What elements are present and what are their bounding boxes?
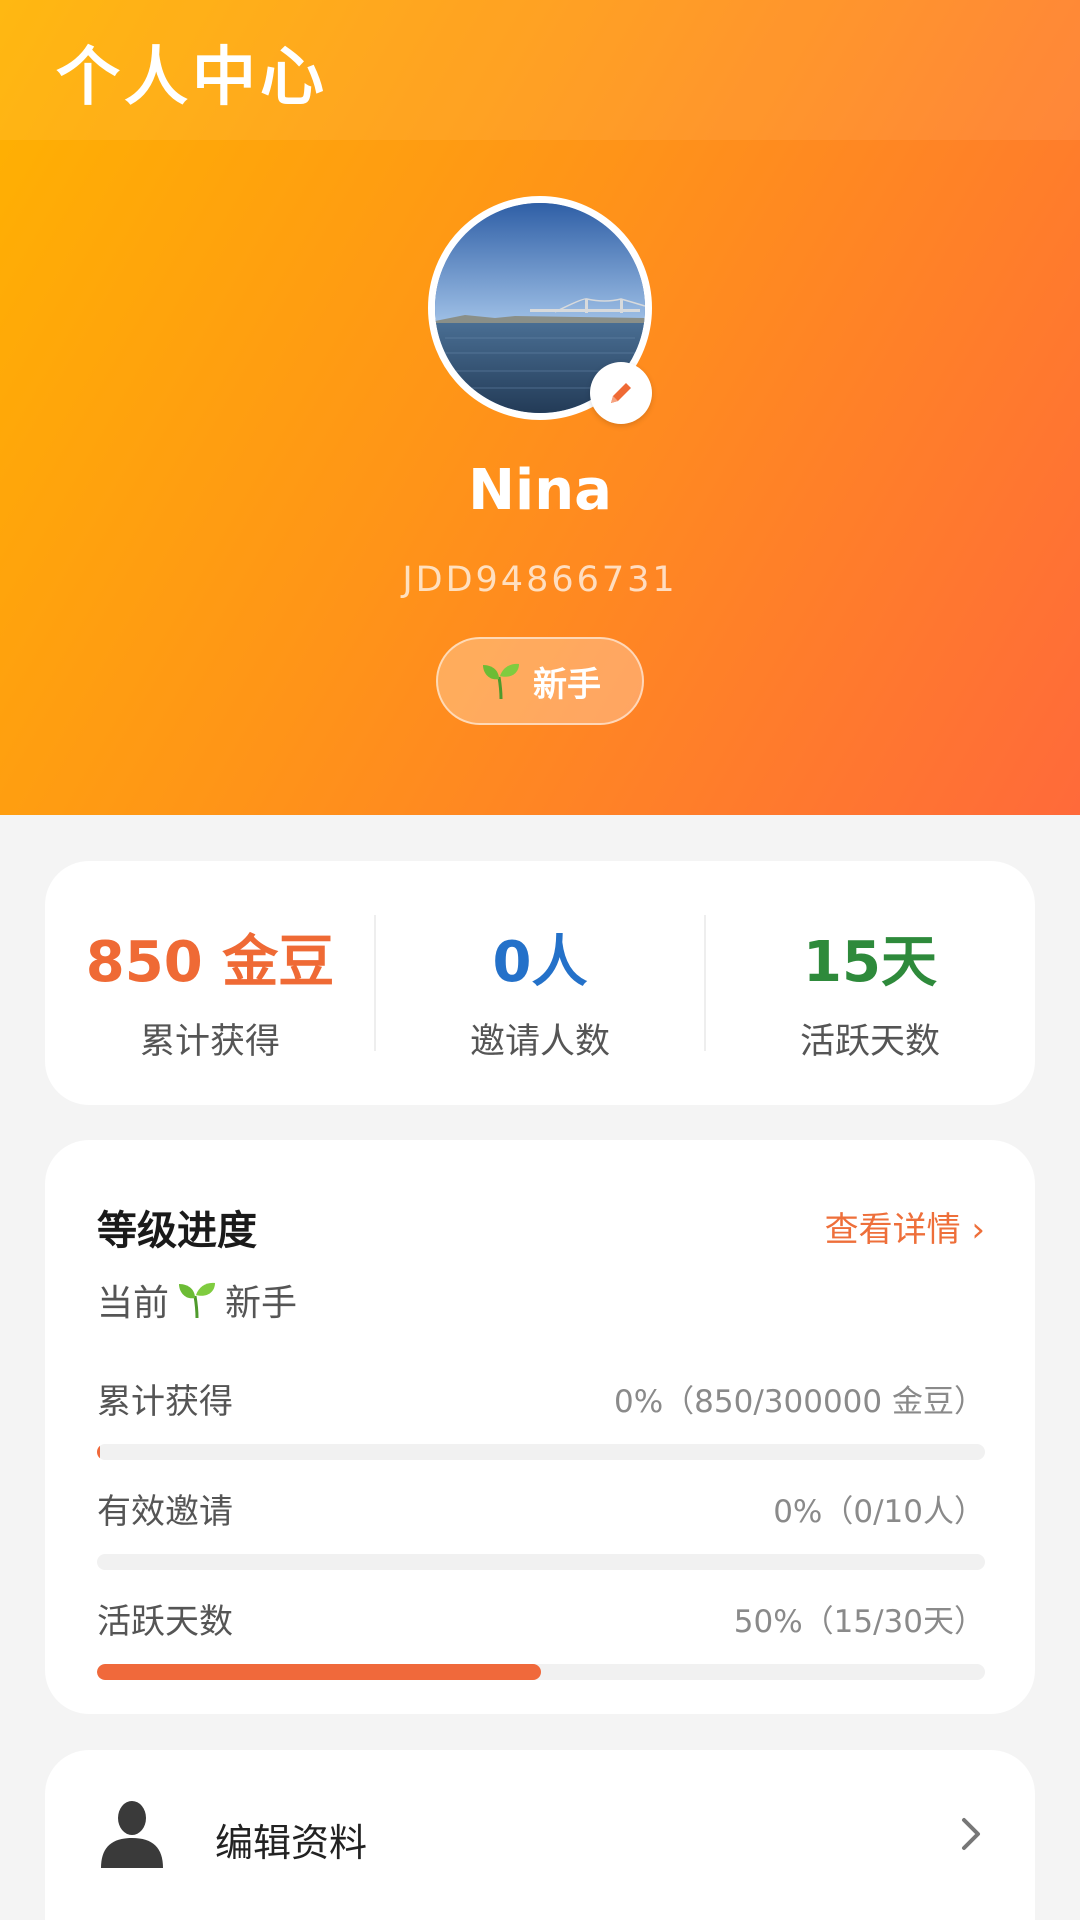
chevron-right-icon (962, 1818, 980, 1850)
stat-invites[interactable]: 0人 邀请人数 (375, 861, 705, 1105)
progress-bar (97, 1664, 985, 1680)
progress-fill (97, 1444, 100, 1460)
progress-value: 0%（850/300000 金豆） (614, 1384, 985, 1420)
progress-fill (97, 1664, 541, 1680)
user-id: JDD94866731 (402, 560, 678, 600)
level-badge-label: 新手 (533, 664, 601, 705)
progress-value: 50%（15/30天） (733, 1604, 985, 1640)
view-details-link[interactable]: 查看详情 › (825, 1202, 985, 1251)
level-progress-title: 等级进度 (97, 1208, 257, 1254)
person-icon (101, 1801, 163, 1868)
page-title: 个人中心 (56, 41, 328, 115)
progress-bar (97, 1554, 985, 1570)
stat-total-earned[interactable]: 850 金豆 累计获得 (45, 861, 375, 1105)
edit-avatar-button[interactable] (590, 362, 652, 424)
stat-label: 活跃天数 (799, 1022, 940, 1062)
seedling-icon (179, 1282, 216, 1319)
level-badge[interactable]: 新手 (436, 637, 644, 725)
pencil-icon (611, 383, 631, 403)
stat-label: 累计获得 (139, 1022, 280, 1062)
profile-header: 个人中心 Nina JDD94866731 新手 (0, 0, 1080, 815)
stats-card: 850 金豆 累计获得 0人 邀请人数 15天 活跃天数 (45, 861, 1035, 1105)
seedling-icon (483, 663, 519, 700)
progress-value: 0%（0/10人） (773, 1494, 985, 1530)
stat-active-days[interactable]: 15天 活跃天数 (705, 861, 1035, 1105)
progress-bar (97, 1444, 985, 1460)
menu-item-edit-profile[interactable]: 编辑资料 (45, 1750, 1035, 1920)
current-level: 当前 新手 (97, 1274, 297, 1326)
stat-value: 15天 (803, 930, 937, 995)
level-progress-card: 等级进度 查看详情 › 当前 新手 累计获得 0%（850/300000 金豆）… (45, 1140, 1035, 1714)
progress-label: 活跃天数 (97, 1602, 233, 1642)
stat-label: 邀请人数 (469, 1022, 610, 1062)
stat-value: 850 金豆 (85, 930, 335, 995)
menu-card: 编辑资料 (45, 1750, 1035, 1920)
stat-value: 0人 (492, 930, 588, 995)
current-level-name: 新手 (225, 1283, 298, 1324)
progress-label: 有效邀请 (97, 1492, 233, 1532)
current-level-prefix: 当前 (97, 1283, 170, 1324)
progress-label: 累计获得 (97, 1382, 233, 1422)
menu-item-label: 编辑资料 (215, 1821, 368, 1865)
user-name: Nina (468, 458, 612, 523)
